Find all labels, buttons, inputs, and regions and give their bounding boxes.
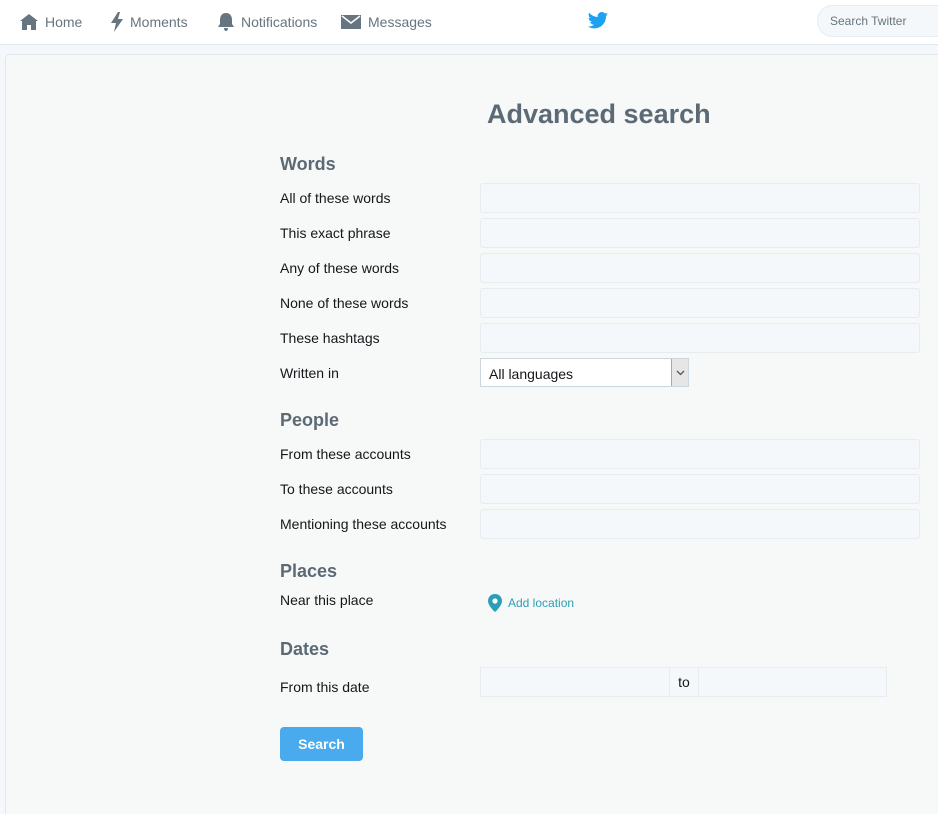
add-location-link[interactable]: Add location xyxy=(488,594,574,612)
nav-moments-label: Moments xyxy=(130,14,188,30)
top-navigation-bar: Home Moments Notifications Messages xyxy=(0,0,938,45)
search-twitter-field[interactable] xyxy=(817,5,938,37)
location-pin-icon xyxy=(488,594,502,612)
mentioning-accounts-input[interactable] xyxy=(480,509,920,539)
all-words-input[interactable] xyxy=(480,183,920,213)
section-title-dates: Dates xyxy=(280,639,330,659)
from-date-input[interactable] xyxy=(480,667,670,697)
none-words-label: None of these words xyxy=(280,295,409,311)
to-date-input[interactable] xyxy=(698,667,887,697)
language-select-value: All languages xyxy=(489,366,574,382)
none-words-input[interactable] xyxy=(480,288,920,318)
add-location-label: Add location xyxy=(508,596,575,610)
any-words-input[interactable] xyxy=(480,253,920,283)
to-accounts-label: To these accounts xyxy=(280,481,393,497)
search-button[interactable]: Search xyxy=(280,727,363,761)
exact-phrase-input[interactable] xyxy=(480,218,920,248)
nav-home[interactable]: Home xyxy=(19,0,82,44)
all-words-label: All of these words xyxy=(280,190,391,206)
written-in-label: Written in xyxy=(280,365,339,381)
nav-notifications[interactable]: Notifications xyxy=(217,0,317,44)
chevron-down-icon[interactable] xyxy=(671,359,688,386)
envelope-icon xyxy=(341,15,361,29)
lightning-icon xyxy=(111,12,123,32)
section-title-words: Words xyxy=(280,154,336,174)
mentioning-accounts-label: Mentioning these accounts xyxy=(280,516,447,532)
bell-icon xyxy=(218,13,234,31)
page-title: Advanced search xyxy=(487,99,711,129)
exact-phrase-label: This exact phrase xyxy=(280,225,391,241)
section-title-places: Places xyxy=(280,561,338,581)
nav-home-label: Home xyxy=(45,14,83,30)
nav-messages-label: Messages xyxy=(368,14,432,30)
language-select[interactable]: All languages xyxy=(480,358,689,387)
advanced-search-panel xyxy=(5,54,938,814)
home-icon xyxy=(20,14,38,30)
near-place-label: Near this place xyxy=(280,592,374,608)
hashtags-label: These hashtags xyxy=(280,330,380,346)
nav-moments[interactable]: Moments xyxy=(110,0,188,44)
section-title-people: People xyxy=(280,410,340,430)
any-words-label: Any of these words xyxy=(280,260,400,276)
from-accounts-input[interactable] xyxy=(480,439,920,469)
twitter-bird-icon[interactable] xyxy=(587,11,609,36)
nav-notifications-label: Notifications xyxy=(241,14,318,30)
hashtags-input[interactable] xyxy=(480,323,920,353)
from-accounts-label: From these accounts xyxy=(280,446,411,462)
to-accounts-input[interactable] xyxy=(480,474,920,504)
nav-messages[interactable]: Messages xyxy=(340,0,432,44)
from-date-label: From this date xyxy=(280,679,370,695)
date-range-to-label: to xyxy=(670,667,698,697)
search-twitter-input[interactable] xyxy=(818,6,938,36)
